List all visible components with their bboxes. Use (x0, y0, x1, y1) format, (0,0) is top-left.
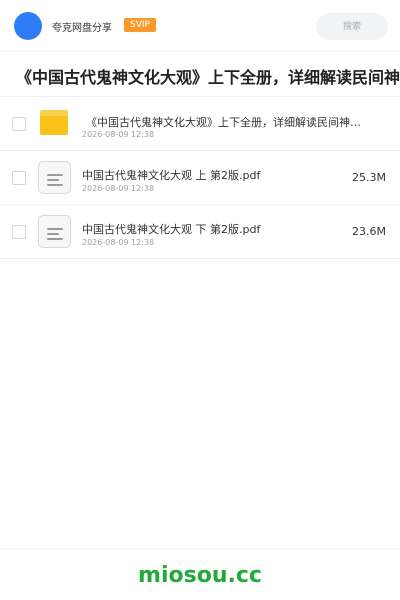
file-icon (38, 161, 71, 194)
file-size: 25.3M (352, 171, 386, 184)
share-page: 夸克网盘分享 SVIP 《中国古代鬼神文化大观》上下全册，详细解读民间神鬼世界 … (0, 0, 400, 600)
file-icon (38, 215, 71, 248)
svip-badge: SVIP (124, 18, 156, 32)
header: 夸克网盘分享 SVIP (0, 0, 400, 52)
list-item-folder[interactable]: 《中国古代鬼神文化大观》上下全册，详细解读民间神鬼世界 2026-08-09 1… (0, 97, 400, 151)
list-item-file[interactable]: 中国古代鬼神文化大观 上 第2版.pdf 2026-08-09 12:38 25… (0, 151, 400, 205)
file-date: 2026-08-09 12:38 (82, 130, 155, 139)
file-date: 2026-08-09 12:38 (82, 238, 155, 247)
page-title: 《中国古代鬼神文化大观》上下全册，详细解读民间神鬼世界 (16, 68, 400, 87)
app-name: 夸克网盘分享 (52, 23, 112, 34)
search-input[interactable] (316, 13, 388, 40)
list-item-file[interactable]: 中国古代鬼神文化大观 下 第2版.pdf 2026-08-09 12:38 23… (0, 205, 400, 259)
title-bar: 《中国古代鬼神文化大观》上下全册，详细解读民间神鬼世界 (0, 52, 400, 97)
checkbox[interactable] (12, 171, 26, 185)
file-name: 《中国古代鬼神文化大观》上下全册，详细解读民间神鬼世界 (86, 116, 370, 129)
file-name: 中国古代鬼神文化大观 下 第2版.pdf (82, 223, 261, 236)
checkbox[interactable] (12, 225, 26, 239)
folder-icon (40, 110, 68, 135)
footer: miosou.cc (0, 548, 400, 600)
avatar[interactable] (14, 12, 42, 40)
file-name: 中国古代鬼神文化大观 上 第2版.pdf (82, 169, 261, 182)
file-date: 2026-08-09 12:38 (82, 184, 155, 193)
checkbox[interactable] (12, 117, 26, 131)
watermark: miosou.cc (138, 563, 262, 588)
file-size: 23.6M (352, 225, 386, 238)
